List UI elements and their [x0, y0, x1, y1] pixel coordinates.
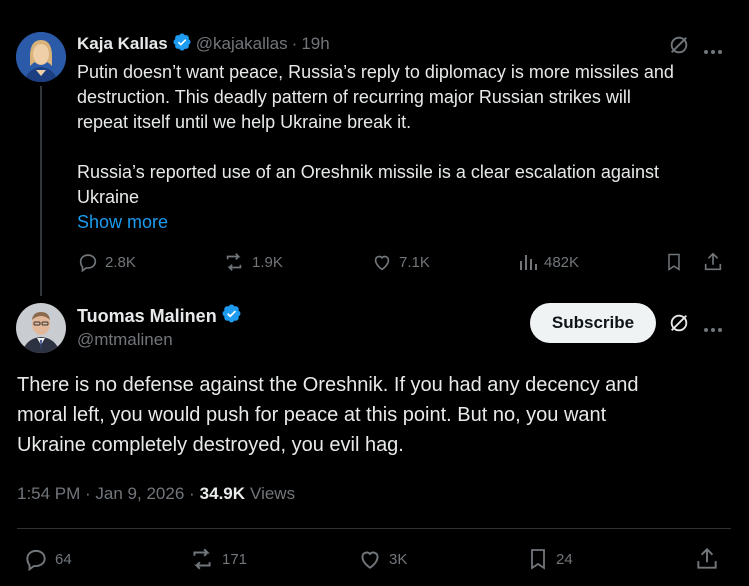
reply-icon: [26, 549, 46, 572]
like-button[interactable]: 7.1K: [371, 251, 430, 273]
grok-icon[interactable]: [668, 34, 690, 61]
like-button[interactable]: 3K: [357, 546, 407, 572]
bookmark-button[interactable]: 24: [526, 546, 573, 572]
repost-button[interactable]: 171: [188, 546, 247, 572]
text-line: There is no defense against the Oreshnik…: [17, 374, 639, 396]
text-line: Ukraine: [77, 187, 140, 207]
repost-count: 171: [222, 550, 248, 568]
author-handle[interactable]: @mtmalinen: [77, 330, 173, 350]
text-line: repeat itself until we help Ukraine brea…: [77, 112, 412, 132]
reply-button[interactable]: 2.8K: [77, 251, 136, 273]
more-options-icon[interactable]: [703, 320, 723, 338]
reply-icon: [79, 254, 97, 273]
author-name[interactable]: Tuomas Malinen: [77, 306, 217, 327]
main-tweet-header: Tuomas Malinen: [77, 304, 242, 328]
subscribe-button[interactable]: Subscribe: [530, 303, 656, 343]
repost-button[interactable]: 1.9K: [222, 251, 283, 273]
parent-tweet-header: Kaja Kallas @kajakallas · 19h: [77, 32, 330, 57]
timestamp[interactable]: 1:54 PM · Jan 9, 2026 ·: [17, 484, 195, 504]
view-count: 34.9K: [199, 484, 246, 503]
bookmark-icon: [668, 253, 680, 271]
verified-badge-icon: [221, 303, 242, 329]
divider: [17, 528, 731, 529]
reply-count: 64: [55, 550, 72, 568]
parent-tweet-text: Putin doesn’t want peace, Russia’s reply…: [77, 60, 737, 210]
heart-icon: [374, 255, 390, 271]
tweet-time[interactable]: 19h: [301, 34, 329, 54]
repost-icon: [226, 253, 242, 271]
text-line: Ukraine completely destroyed, you evil h…: [17, 434, 404, 456]
text-line: destruction. This deadly pattern of recu…: [77, 87, 631, 107]
bookmark-count: 24: [556, 550, 573, 568]
text-line: Putin doesn’t want peace, Russia’s reply…: [77, 62, 674, 82]
tweet-meta: 1:54 PM · Jan 9, 2026 · 34.9K Views: [17, 484, 295, 504]
views-count: 482K: [544, 253, 580, 271]
share-button[interactable]: [702, 251, 724, 278]
grok-icon[interactable]: [668, 312, 690, 339]
share-icon: [704, 252, 722, 271]
share-button[interactable]: [694, 546, 720, 577]
author-name[interactable]: Kaja Kallas: [77, 34, 168, 54]
like-count: 7.1K: [399, 253, 430, 271]
heart-icon: [361, 551, 379, 569]
views-label: Views: [250, 484, 296, 503]
avatar-image: [16, 32, 66, 82]
main-tweet-text: There is no defense against the Oreshnik…: [17, 370, 737, 460]
author-handle[interactable]: @kajakallas: [196, 34, 288, 54]
show-more-link[interactable]: Show more: [77, 210, 168, 234]
thread-line: [40, 86, 42, 296]
share-icon: [697, 547, 717, 569]
avatar-image: [16, 303, 66, 353]
reply-button[interactable]: 64: [23, 546, 72, 572]
bookmark-button[interactable]: [664, 251, 684, 278]
text-line: Russia’s reported use of an Oreshnik mis…: [77, 162, 659, 182]
separator: ·: [291, 34, 298, 53]
more-options-icon[interactable]: [703, 42, 723, 60]
text-line: moral left, you would push for peace at …: [17, 404, 607, 426]
views-icon: [520, 255, 537, 270]
reply-count: 2.8K: [105, 253, 136, 271]
repost-count: 1.9K: [252, 253, 283, 271]
verified-badge-icon: [172, 32, 192, 57]
repost-icon: [193, 548, 211, 570]
views-button[interactable]: 482K: [518, 251, 579, 273]
tuomas-malinen-avatar[interactable]: [16, 303, 66, 353]
kaja-kallas-avatar[interactable]: [16, 32, 66, 82]
bookmark-icon: [531, 549, 545, 570]
like-count: 3K: [389, 550, 408, 568]
